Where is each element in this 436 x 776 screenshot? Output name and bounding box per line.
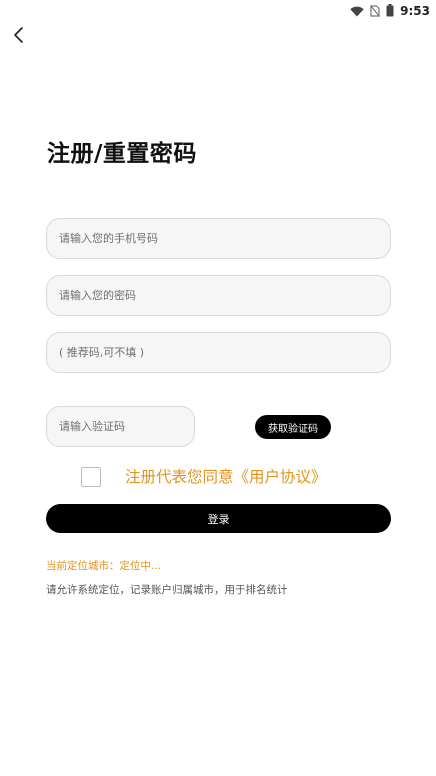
back-button[interactable] — [8, 26, 28, 48]
login-button[interactable]: 登录 — [46, 504, 391, 533]
password-field[interactable] — [46, 275, 391, 316]
get-code-button[interactable]: 获取验证码 — [255, 415, 331, 439]
agreement-checkbox[interactable] — [81, 467, 101, 487]
verification-code-field[interactable] — [46, 406, 195, 447]
location-status: 当前定位城市：定位中... — [46, 560, 162, 572]
battery-icon — [386, 2, 394, 21]
page-title: 注册/重置密码 — [47, 141, 197, 167]
referral-input[interactable] — [59, 346, 390, 359]
verification-code-input[interactable] — [59, 420, 194, 433]
wifi-icon — [350, 2, 364, 21]
location-hint: 请允许系统定位，记录账户归属城市，用于排名统计 — [46, 584, 288, 596]
password-input[interactable] — [59, 289, 390, 302]
phone-input[interactable] — [59, 232, 390, 245]
status-time: 9:53 — [400, 4, 430, 18]
agreement-link[interactable]: 注册代表您同意《用户协议》 — [125, 465, 327, 487]
no-sim-icon — [370, 2, 381, 21]
referral-field[interactable] — [46, 332, 391, 373]
status-bar: 9:53 — [0, 0, 436, 22]
register-screen: 9:53 注册/重置密码 获取验证码 注册代表您同意《用户协议》 登录 当前定位… — [0, 0, 436, 776]
chevron-left-icon — [12, 26, 24, 48]
phone-field[interactable] — [46, 218, 391, 259]
